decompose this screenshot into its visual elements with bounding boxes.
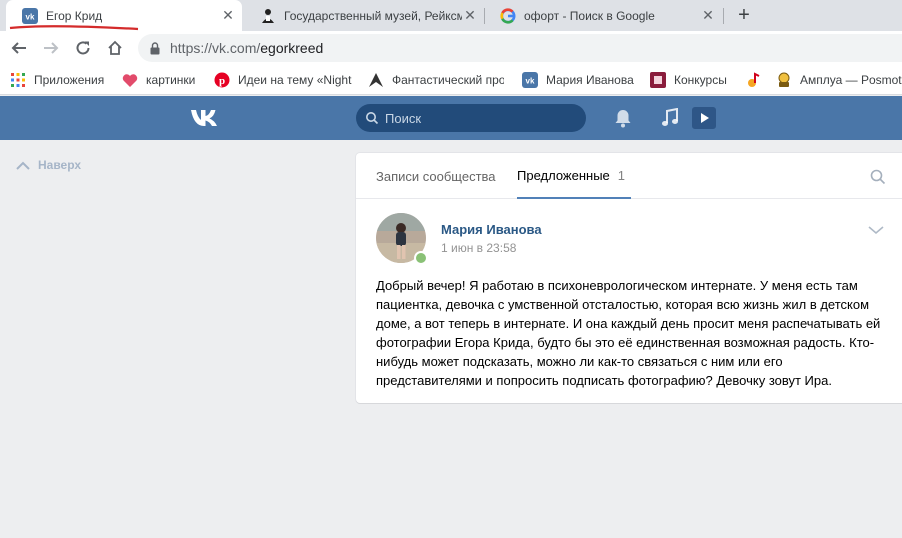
bookmark-apps[interactable]: Приложения bbox=[10, 71, 110, 89]
lock-icon bbox=[150, 41, 160, 54]
scroll-to-top-button[interactable]: Наверх bbox=[16, 158, 81, 172]
close-tab-icon[interactable]: ✕ bbox=[220, 7, 236, 24]
browser-tab-google[interactable]: офорт - Поиск в Google ✕ bbox=[484, 0, 722, 31]
vk-logo-icon[interactable] bbox=[190, 107, 224, 129]
tab-separator bbox=[723, 8, 724, 24]
home-button[interactable] bbox=[103, 36, 127, 60]
bookmark-amplua[interactable]: Амплуа — Posmot bbox=[776, 71, 902, 89]
amplua-icon bbox=[776, 72, 792, 88]
play-icon bbox=[692, 107, 716, 129]
fantasy-icon bbox=[368, 72, 384, 88]
heart-icon bbox=[122, 72, 138, 88]
music-note-icon bbox=[745, 72, 761, 88]
reload-button[interactable] bbox=[71, 36, 95, 60]
search-icon bbox=[366, 112, 379, 125]
bookmarks-bar: Приложения картинки p Идеи на тему «Nigh… bbox=[0, 65, 902, 95]
close-tab-icon[interactable]: ✕ bbox=[700, 7, 716, 24]
online-status-dot bbox=[414, 251, 428, 265]
post-date[interactable]: 1 июн в 23:58 bbox=[441, 241, 516, 255]
browser-tab-title: Государственный музей, Рейксм bbox=[284, 8, 462, 23]
bookmark-pinterest[interactable]: p Идеи на тему «Night bbox=[214, 71, 352, 89]
browser-tab-title: офорт - Поиск в Google bbox=[524, 8, 655, 23]
wall-tabs: Записи сообщества Предложенные 1 bbox=[356, 153, 902, 199]
notifications-button[interactable] bbox=[613, 108, 633, 128]
chevron-up-icon bbox=[16, 161, 30, 170]
bookmark-label: Конкурсы bbox=[674, 73, 727, 87]
tab-label: Записи сообщества bbox=[376, 168, 496, 184]
browser-tab-strip: vk Егор Крид ✕ Государственный музей, Ре… bbox=[0, 0, 902, 37]
museum-icon bbox=[260, 8, 276, 24]
scroll-to-top-label: Наверх bbox=[38, 158, 82, 172]
tab-community-posts[interactable]: Записи сообщества bbox=[376, 153, 496, 199]
svg-text:p: p bbox=[219, 75, 225, 87]
url-host: https://vk.com/ bbox=[170, 40, 261, 56]
new-tab-button[interactable]: + bbox=[733, 4, 755, 26]
address-bar[interactable]: https://vk.com/egorkreed bbox=[138, 34, 902, 62]
svg-text:vk: vk bbox=[26, 12, 35, 21]
bookmark-label: Фантастический про bbox=[392, 73, 504, 87]
close-tab-icon[interactable]: ✕ bbox=[462, 7, 478, 24]
bookmark-fantasy[interactable]: Фантастический про bbox=[368, 71, 504, 89]
bookmark-pictures[interactable]: картинки bbox=[122, 71, 208, 89]
post-text: Добрый вечер! Я работаю в психоневрологи… bbox=[376, 278, 881, 388]
tab-label: Предложенные bbox=[517, 167, 610, 183]
arrow-left-icon bbox=[11, 42, 26, 54]
bookmark-label: картинки bbox=[146, 73, 196, 87]
music-button[interactable] bbox=[660, 108, 680, 128]
tab-count: 1 bbox=[617, 167, 626, 183]
forward-button[interactable] bbox=[39, 36, 63, 60]
bookmark-label: Приложения bbox=[34, 73, 105, 87]
browser-tab-title: Егор Крид bbox=[46, 8, 103, 23]
chevron-down-icon[interactable] bbox=[868, 225, 884, 235]
wall-card: Записи сообщества Предложенные 1 Мария И… bbox=[356, 153, 902, 403]
search-icon[interactable] bbox=[870, 169, 886, 185]
bookmark-contests[interactable]: Конкурсы bbox=[650, 71, 732, 89]
url-path: egorkreed bbox=[260, 40, 324, 56]
contest-icon bbox=[650, 72, 666, 88]
vk-header bbox=[0, 96, 902, 140]
bell-icon bbox=[615, 110, 631, 128]
apps-grid-icon bbox=[10, 72, 26, 88]
arrow-right-icon bbox=[44, 42, 59, 54]
vk-icon: vk bbox=[522, 72, 538, 88]
tab-suggested[interactable]: Предложенные 1 bbox=[517, 153, 631, 199]
bookmark-music[interactable] bbox=[745, 71, 767, 89]
music-note-icon bbox=[662, 108, 678, 126]
pinterest-icon: p bbox=[214, 72, 230, 88]
browser-toolbar: https://vk.com/egorkreed bbox=[0, 31, 902, 65]
google-icon bbox=[500, 7, 516, 24]
bookmark-label: Мария Иванова bbox=[546, 73, 634, 87]
bookmark-label: Идеи на тему «Night bbox=[238, 73, 352, 87]
bookmark-label: Амплуа — Posmot bbox=[800, 73, 902, 87]
reload-icon bbox=[76, 41, 90, 55]
post-author-link[interactable]: Мария Иванова bbox=[441, 222, 542, 237]
vk-search-box[interactable] bbox=[356, 104, 586, 132]
vk-search-input[interactable] bbox=[385, 110, 565, 126]
back-button[interactable] bbox=[7, 36, 31, 60]
bookmark-maria[interactable]: vk Мария Иванова bbox=[522, 71, 638, 89]
home-icon bbox=[108, 40, 122, 55]
url-text: https://vk.com/egorkreed bbox=[170, 40, 323, 56]
play-button[interactable] bbox=[692, 107, 716, 129]
svg-text:vk: vk bbox=[526, 77, 535, 86]
vk-icon: vk bbox=[22, 7, 38, 24]
browser-tab-museum[interactable]: Государственный музей, Рейксм ✕ bbox=[244, 0, 484, 31]
